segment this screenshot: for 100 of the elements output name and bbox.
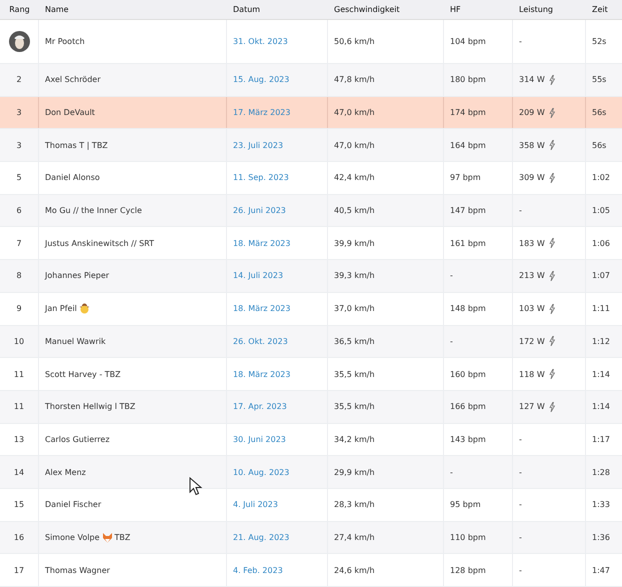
athlete-name[interactable]: Carlos Gutierrez <box>45 434 110 444</box>
athlete-name[interactable]: Mo Gu // the Inner Cycle <box>45 206 142 216</box>
date-link[interactable]: 31. Okt. 2023 <box>233 37 288 46</box>
speed-value: 42,4 km/h <box>334 173 375 182</box>
power-value: 209 W <box>519 108 545 118</box>
time-value: 1:02 <box>592 173 610 182</box>
column-header[interactable]: Leistung <box>513 5 586 14</box>
rank-number: 5 <box>16 173 22 182</box>
speed-value: 50,6 km/h <box>334 37 375 46</box>
column-header[interactable]: HF <box>444 5 513 14</box>
rank-number: 17 <box>14 566 24 575</box>
speed-value: 37,0 km/h <box>334 304 375 314</box>
time-value: 1:17 <box>592 434 610 444</box>
time-value: 1:05 <box>592 206 610 216</box>
heart-rate-value: 104 bpm <box>450 37 486 46</box>
column-header[interactable]: Geschwindigkeit <box>328 5 444 14</box>
rank-number: 13 <box>14 434 24 444</box>
athlete-name[interactable]: Simone Volpe <box>45 532 100 542</box>
heart-rate-value: 128 bpm <box>450 566 486 575</box>
heart-rate-value: 147 bpm <box>450 206 486 216</box>
power-value: 103 W <box>519 304 545 314</box>
power-value: 172 W <box>519 336 545 346</box>
rank-number: 6 <box>16 206 22 216</box>
power-value: 358 W <box>519 140 545 150</box>
date-link[interactable]: 17. Apr. 2023 <box>233 402 287 412</box>
athlete-name[interactable]: Manuel Wawrik <box>45 336 106 346</box>
power-value: 309 W <box>519 173 545 182</box>
heart-rate-value: - <box>450 468 453 477</box>
date-link[interactable]: 18. März 2023 <box>233 238 290 248</box>
athlete-name[interactable]: Thomas Wagner <box>45 566 110 575</box>
time-value: 1:36 <box>592 532 610 542</box>
time-value: 1:47 <box>592 566 610 575</box>
rank-number: 15 <box>14 500 24 510</box>
athlete-name[interactable]: Don DeVault <box>45 108 95 118</box>
heart-rate-value: 174 bpm <box>450 108 486 118</box>
heart-rate-value: 148 bpm <box>450 304 486 314</box>
athlete-name[interactable]: Thorsten Hellwig l TBZ <box>45 402 136 412</box>
speed-value: 47,8 km/h <box>334 75 375 84</box>
date-link[interactable]: 21. Aug. 2023 <box>233 532 290 542</box>
column-header[interactable]: Rang <box>0 5 39 14</box>
athlete-name[interactable]: Axel Schröder <box>45 75 100 84</box>
date-link[interactable]: 14. Juli 2023 <box>233 271 284 280</box>
date-link[interactable]: 23. Juli 2023 <box>233 140 284 150</box>
athlete-name[interactable]: Daniel Alonso <box>45 173 100 182</box>
power-value: - <box>519 206 522 216</box>
date-link[interactable]: 30. Juni 2023 <box>233 434 286 444</box>
athlete-name[interactable]: Mr Pootch <box>45 37 85 46</box>
athlete-name[interactable]: Jan Pfeil <box>45 304 77 314</box>
speed-value: 39,9 km/h <box>334 238 375 248</box>
speed-value: 39,3 km/h <box>334 271 375 280</box>
power-value: - <box>519 37 522 46</box>
athlete-name[interactable]: Justus Anskinewitsch // SRT <box>45 238 154 248</box>
athlete-name[interactable]: Alex Menz <box>45 468 86 477</box>
athlete-name[interactable]: Thomas T | TBZ <box>45 140 108 150</box>
power-value: 213 W <box>519 271 545 280</box>
athlete-name[interactable]: Scott Harvey - TBZ <box>45 370 121 379</box>
athlete-name[interactable]: Daniel Fischer <box>45 500 102 510</box>
heart-rate-value: 161 bpm <box>450 238 486 248</box>
heart-rate-value: 180 bpm <box>450 75 486 84</box>
date-link[interactable]: 11. Sep. 2023 <box>233 173 289 182</box>
heart-rate-value: 110 bpm <box>450 532 486 542</box>
time-value: 1:07 <box>592 271 610 280</box>
time-value: 55s <box>592 75 606 84</box>
speed-value: 29,9 km/h <box>334 468 375 477</box>
speed-value: 34,2 km/h <box>334 434 375 444</box>
date-link[interactable]: 4. Feb. 2023 <box>233 566 283 575</box>
fox-icon <box>102 532 112 543</box>
heart-rate-value: - <box>450 336 453 346</box>
column-header[interactable]: Zeit <box>586 5 622 14</box>
time-value: 1:14 <box>592 402 610 412</box>
team-tag: TBZ <box>114 532 130 542</box>
heart-rate-value: 164 bpm <box>450 140 486 150</box>
column-header[interactable]: Datum <box>227 5 328 14</box>
rank-number: 3 <box>16 140 22 150</box>
time-value: 1:28 <box>592 468 610 477</box>
rank-number: 10 <box>14 336 24 346</box>
date-link[interactable]: 4. Juli 2023 <box>233 500 278 510</box>
date-link[interactable]: 26. Juni 2023 <box>233 206 286 216</box>
date-link[interactable]: 15. Aug. 2023 <box>233 75 290 84</box>
date-link[interactable]: 18. März 2023 <box>233 304 290 314</box>
rank-number: 14 <box>14 468 24 477</box>
heart-rate-value: - <box>450 271 453 280</box>
time-value: 1:33 <box>592 500 610 510</box>
power-value: - <box>519 468 522 477</box>
rank-number: 11 <box>14 370 24 379</box>
rank-number: 9 <box>16 304 22 314</box>
speed-value: 35,5 km/h <box>334 402 375 412</box>
date-link[interactable]: 26. Okt. 2023 <box>233 336 288 346</box>
column-header[interactable]: Name <box>39 5 227 14</box>
power-value: - <box>519 566 522 575</box>
time-value: 1:11 <box>592 304 610 314</box>
time-value: 56s <box>592 108 606 118</box>
heart-rate-value: 143 bpm <box>450 434 486 444</box>
rank-number: 2 <box>16 75 22 84</box>
date-link[interactable]: 10. Aug. 2023 <box>233 468 290 477</box>
time-value: 1:14 <box>592 370 610 379</box>
speed-value: 36,5 km/h <box>334 336 375 346</box>
power-value: 314 W <box>519 75 545 84</box>
date-link[interactable]: 18. März 2023 <box>233 370 290 379</box>
athlete-name[interactable]: Johannes Pieper <box>45 271 110 280</box>
